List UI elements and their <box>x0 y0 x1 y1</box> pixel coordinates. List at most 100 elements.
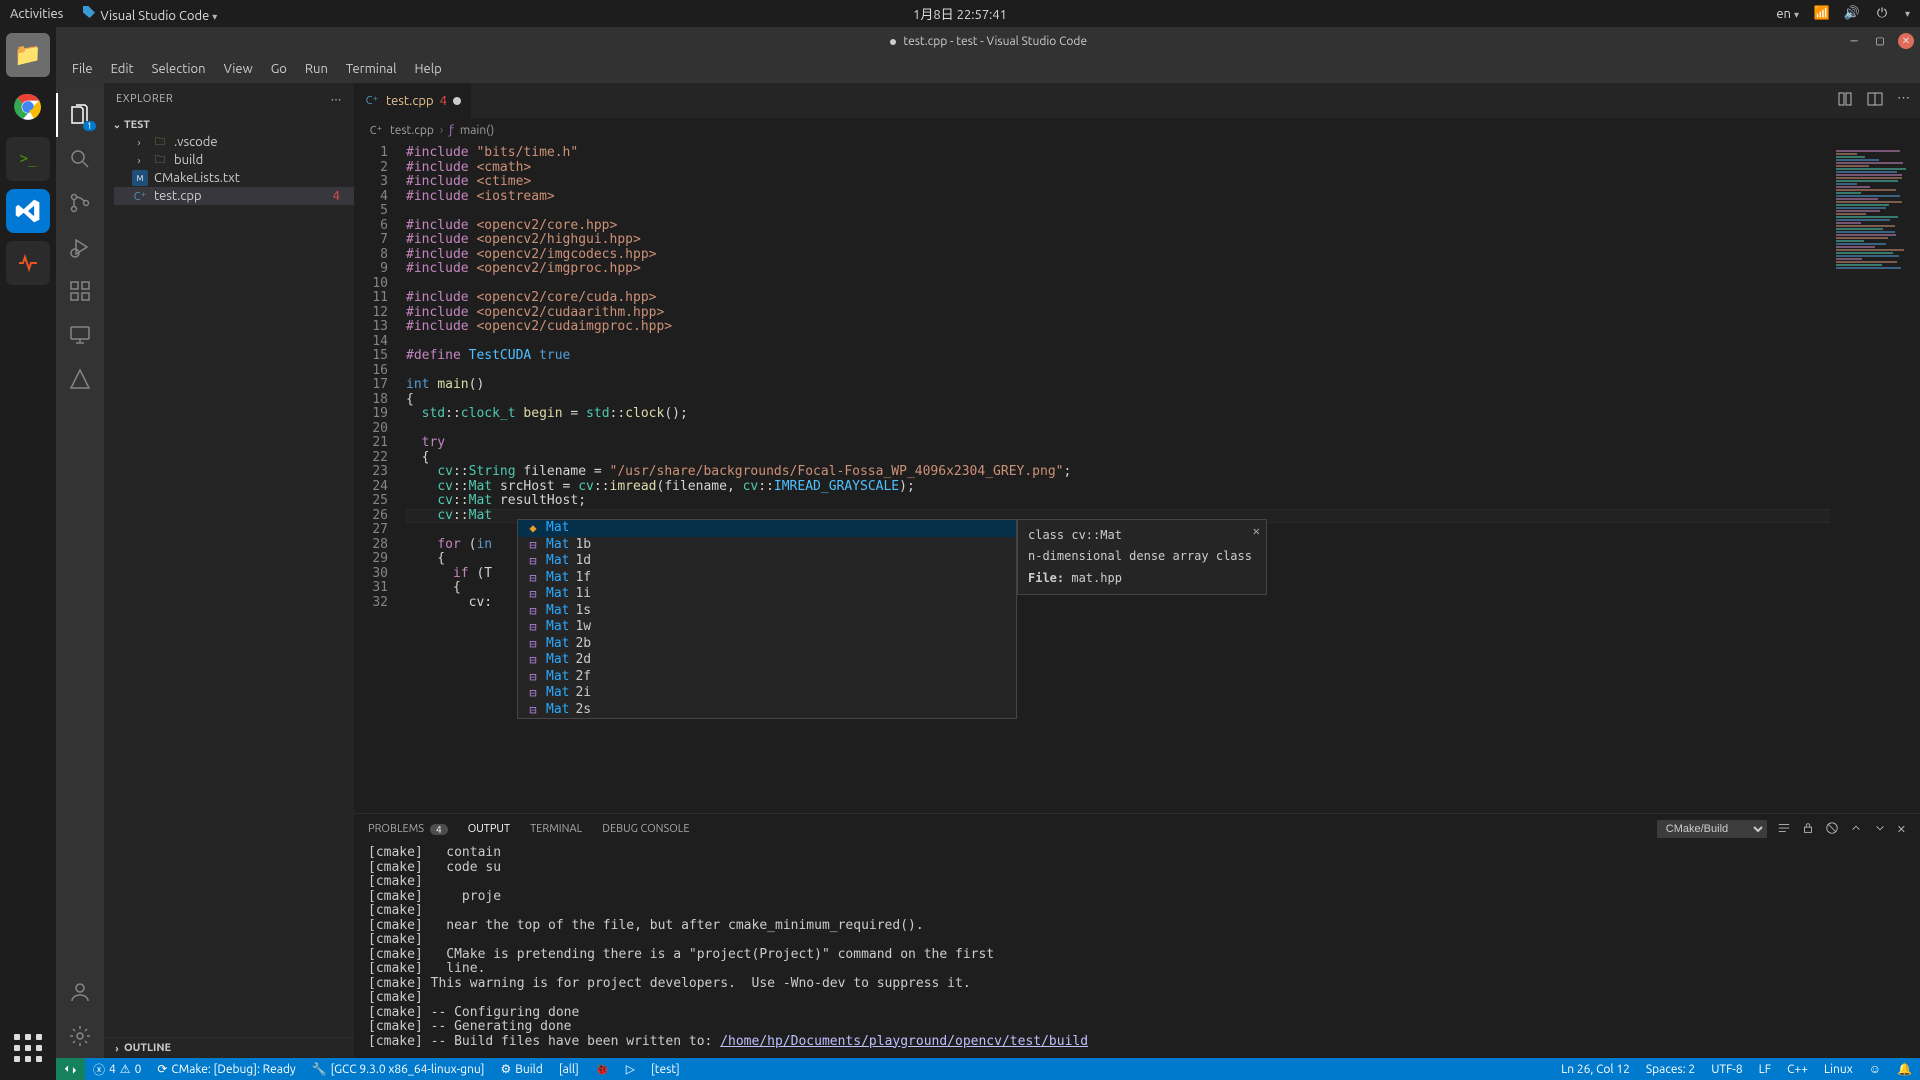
activity-extensions[interactable] <box>56 269 104 313</box>
status-feedback-icon[interactable]: ☺ <box>1861 1058 1889 1080</box>
dock-system-monitor[interactable] <box>6 241 50 285</box>
suggest-item[interactable]: ⊟Mat2s <box>518 702 1016 719</box>
suggest-item[interactable]: ⊟Mat2f <box>518 669 1016 686</box>
suggest-item[interactable]: ⊟Mat1d <box>518 553 1016 570</box>
system-menu-chevron[interactable]: ▾ <box>1905 8 1910 20</box>
menu-file[interactable]: File <box>64 62 101 76</box>
status-language[interactable]: C++ <box>1779 1058 1816 1080</box>
activity-cmake[interactable] <box>56 357 104 401</box>
activity-search[interactable] <box>56 137 104 181</box>
status-os[interactable]: Linux <box>1816 1058 1861 1080</box>
activity-account[interactable] <box>56 970 104 1014</box>
dock-chrome[interactable] <box>6 85 50 129</box>
status-debug-icon[interactable]: 🐞 <box>587 1058 618 1080</box>
crumb-symbol[interactable]: main() <box>460 124 494 137</box>
volume-icon[interactable]: 🔊 <box>1845 7 1859 21</box>
minimize-button[interactable]: ─ <box>1846 33 1862 49</box>
activity-explorer[interactable]: 1 <box>56 93 104 137</box>
tab-test-cpp[interactable]: C⁺ test.cpp 4 <box>354 83 472 118</box>
compare-changes-icon[interactable] <box>1837 91 1853 110</box>
status-build[interactable]: ⚙ Build <box>493 1058 551 1080</box>
activity-settings[interactable] <box>56 1014 104 1058</box>
status-eol[interactable]: LF <box>1751 1058 1779 1080</box>
clock[interactable]: 1月8日 22:57:41 <box>913 4 1007 23</box>
menu-run[interactable]: Run <box>297 62 336 76</box>
dock-show-apps[interactable] <box>6 1026 50 1070</box>
dock-terminal[interactable]: >_ <box>6 137 50 181</box>
suggest-item[interactable]: ◆Mat <box>518 520 1016 537</box>
project-header[interactable]: ⌄TEST <box>104 117 354 133</box>
suggest-item[interactable]: ⊟Mat1s <box>518 603 1016 620</box>
activities-button[interactable]: Activities <box>10 7 63 21</box>
lang-indicator[interactable]: en ▾ <box>1776 7 1799 21</box>
suggest-widget[interactable]: ◆Mat⊟Mat1b⊟Mat1d⊟Mat1f⊟Mat1i⊟Mat1s⊟Mat1w… <box>517 519 1017 719</box>
split-editor-icon[interactable] <box>1867 91 1883 110</box>
suggest-item[interactable]: ⊟Mat1b <box>518 537 1016 554</box>
activity-scm[interactable] <box>56 181 104 225</box>
line-gutter: 1234567891011121314151617181920212223242… <box>354 146 402 610</box>
window-title: test.cpp - test - Visual Studio Code <box>903 35 1087 48</box>
status-target[interactable]: [all] <box>551 1058 587 1080</box>
panel-tab-output[interactable]: OUTPUT <box>468 823 510 835</box>
suggest-item[interactable]: ⊟Mat1w <box>518 619 1016 636</box>
app-menu[interactable]: Visual Studio Code ▾ <box>81 4 217 23</box>
maximize-button[interactable]: ▢ <box>1872 33 1888 49</box>
status-kit[interactable]: 🔧 [GCC 9.3.0 x86_64-linux-gnu] <box>304 1058 493 1080</box>
panel-tab-problems[interactable]: PROBLEMS4 <box>368 823 448 835</box>
network-icon[interactable]: 📶 <box>1815 7 1829 21</box>
code-editor[interactable]: 1234567891011121314151617181920212223242… <box>354 142 1920 813</box>
power-icon[interactable]: ⏻ <box>1875 7 1889 21</box>
status-cursor[interactable]: Ln 26, Col 12 <box>1553 1058 1638 1080</box>
status-bell-icon[interactable]: 🔔 <box>1889 1058 1920 1080</box>
lock-icon[interactable] <box>1801 821 1815 838</box>
menu-help[interactable]: Help <box>406 62 449 76</box>
explorer-more-icon[interactable]: ⋯ <box>331 93 343 106</box>
editor-more-icon[interactable]: ⋯ <box>1897 91 1910 110</box>
file-test-cpp[interactable]: C⁺test.cpp4 <box>114 187 354 205</box>
panel-tab-debug-console[interactable]: DEBUG CONSOLE <box>602 823 689 835</box>
close-button[interactable]: ✕ <box>1898 33 1914 49</box>
output-body[interactable]: [cmake] contain [cmake] code su [cmake] … <box>354 844 1920 1058</box>
word-wrap-icon[interactable] <box>1777 821 1791 838</box>
explorer-sidebar: EXPLORER ⋯ ⌄TEST ›🗀.vscode›🗀buildMCMakeL… <box>104 83 354 1058</box>
cpp-icon: C⁺ <box>368 122 384 138</box>
menu-go[interactable]: Go <box>263 62 295 76</box>
status-cmake[interactable]: ⟳ CMake: [Debug]: Ready <box>149 1058 303 1080</box>
suggest-item[interactable]: ⊟Mat2i <box>518 685 1016 702</box>
menu-view[interactable]: View <box>216 62 261 76</box>
close-icon[interactable]: ✕ <box>1253 524 1260 539</box>
status-launch[interactable]: [test] <box>643 1058 688 1080</box>
menubar: FileEditSelectionViewGoRunTerminalHelp <box>56 55 1920 83</box>
suggest-item[interactable]: ⊟Mat1f <box>518 570 1016 587</box>
status-indent[interactable]: Spaces: 2 <box>1638 1058 1703 1080</box>
titlebar: ● test.cpp - test - Visual Studio Code ─… <box>56 27 1920 55</box>
status-remote[interactable] <box>56 1058 85 1080</box>
dock-files[interactable]: 📁 <box>6 33 50 77</box>
collapse-panel-icon[interactable] <box>1849 821 1863 838</box>
dock-vscode[interactable] <box>6 189 50 233</box>
status-problems[interactable]: ⓧ 4 ⚠ 0 <box>85 1058 149 1080</box>
suggest-item[interactable]: ⊟Mat2d <box>518 652 1016 669</box>
activity-remote[interactable] <box>56 313 104 357</box>
menu-terminal[interactable]: Terminal <box>338 62 405 76</box>
tab-problem-count: 4 <box>440 94 447 108</box>
suggest-item[interactable]: ⊟Mat2b <box>518 636 1016 653</box>
crumb-file[interactable]: test.cpp <box>390 124 434 137</box>
close-panel-icon[interactable]: ✕ <box>1897 823 1906 836</box>
maximize-panel-icon[interactable] <box>1873 821 1887 838</box>
menu-edit[interactable]: Edit <box>103 62 142 76</box>
file-CMakeLists-txt[interactable]: MCMakeLists.txt <box>114 169 354 187</box>
breadcrumb[interactable]: C⁺ test.cpp › ƒ main() <box>354 118 1920 142</box>
activity-debug[interactable] <box>56 225 104 269</box>
status-run-icon[interactable]: ▷ <box>618 1058 643 1080</box>
panel-tab-terminal[interactable]: TERMINAL <box>530 823 582 835</box>
status-encoding[interactable]: UTF-8 <box>1703 1058 1750 1080</box>
output-channel-select[interactable]: CMake/Build <box>1657 820 1767 838</box>
minimap[interactable] <box>1830 142 1920 813</box>
file-build[interactable]: ›🗀build <box>114 151 354 169</box>
outline-header[interactable]: ›OUTLINE <box>104 1040 354 1056</box>
suggest-item[interactable]: ⊟Mat1i <box>518 586 1016 603</box>
menu-selection[interactable]: Selection <box>144 62 214 76</box>
file--vscode[interactable]: ›🗀.vscode <box>114 133 354 151</box>
clear-output-icon[interactable] <box>1825 821 1839 838</box>
